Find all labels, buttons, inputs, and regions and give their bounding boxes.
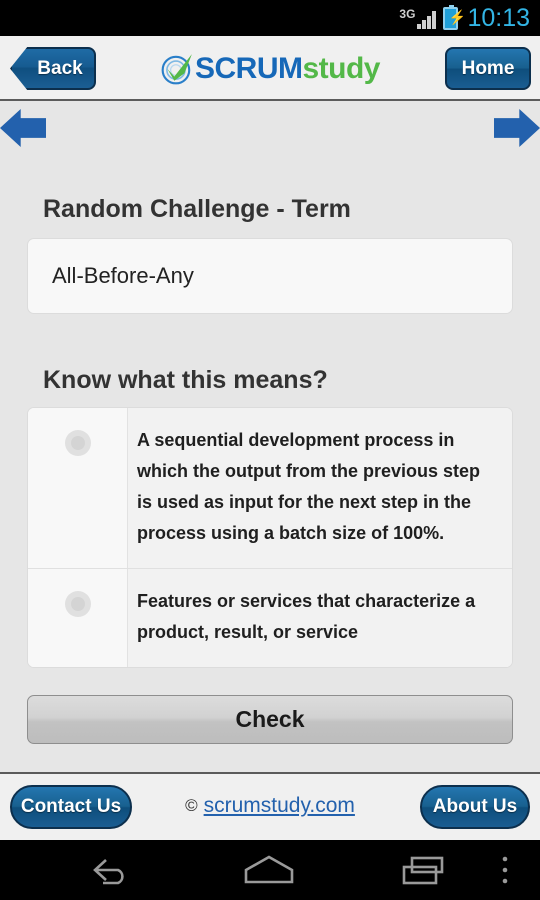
term-card: All-Before-Any — [27, 238, 513, 314]
android-overflow-menu-icon[interactable] — [498, 854, 512, 886]
scrumstudy-check-circle-logo — [161, 54, 192, 85]
android-navigation-bar — [0, 840, 540, 900]
logo-text-primary: SCRUM — [194, 52, 303, 85]
list-item[interactable]: A sequential development process in whic… — [28, 408, 512, 569]
android-recents-icon[interactable] — [400, 854, 452, 886]
list-item[interactable]: Features or services that characterize a… — [28, 569, 512, 667]
app-header: Back SCRUMstudy Home — [0, 36, 540, 101]
android-home-icon[interactable] — [240, 854, 298, 886]
option-radio-cell[interactable] — [28, 408, 128, 568]
battery-charging-icon: ⚡ — [443, 4, 466, 30]
signal-strength-bars — [416, 10, 437, 29]
signal-bars-icon: 3G — [399, 7, 437, 29]
main-content: Random Challenge - Term All-Before-Any K… — [0, 154, 540, 772]
answer-options-list: A sequential development process in whic… — [27, 407, 513, 668]
page-title: Random Challenge - Term — [43, 195, 351, 223]
app-footer: Contact Us © scrumstudy.com About Us — [0, 772, 540, 840]
arrow-left-icon[interactable] — [0, 109, 46, 147]
arrow-right-icon[interactable] — [494, 109, 540, 147]
option-label: Features or services that characterize a… — [137, 591, 476, 642]
android-back-icon[interactable] — [90, 854, 134, 886]
option-label: A sequential development process in whic… — [137, 430, 481, 543]
phone-screen: 3G ⚡ 10:13 Back SCRUMstudy Home Random C… — [0, 0, 540, 900]
option-text-cell[interactable]: Features or services that characterize a… — [128, 569, 512, 667]
status-bar: 3G ⚡ 10:13 — [0, 0, 540, 36]
question-title: Know what this means? — [43, 366, 328, 394]
status-clock: 10:13 — [467, 3, 530, 32]
scrumstudy-website-link[interactable]: scrumstudy.com — [204, 794, 355, 818]
term-value: All-Before-Any — [52, 263, 194, 288]
copyright-symbol: © — [185, 796, 198, 815]
option-radio-cell[interactable] — [28, 569, 128, 667]
check-button[interactable]: Check — [27, 695, 513, 744]
pager-navigation-bar — [0, 101, 540, 154]
home-button[interactable]: Home — [445, 47, 531, 90]
option-text-cell[interactable]: A sequential development process in whic… — [128, 408, 512, 568]
about-us-button[interactable]: About Us — [420, 785, 530, 829]
network-type-label: 3G — [399, 7, 416, 21]
logo-text-secondary: study — [302, 52, 380, 85]
radio-button-icon[interactable] — [64, 591, 91, 617]
radio-button-icon[interactable] — [64, 430, 91, 456]
